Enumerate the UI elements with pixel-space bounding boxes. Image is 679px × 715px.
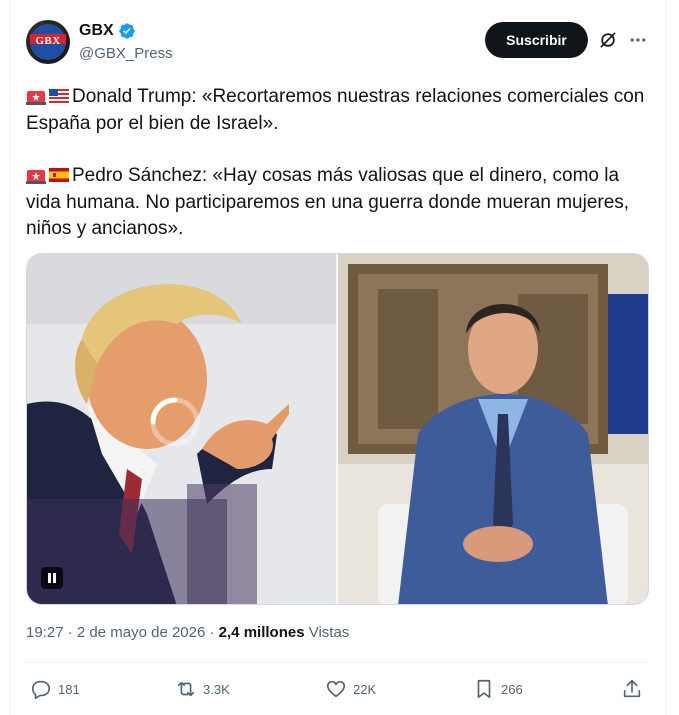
account-name[interactable]: GBX <box>79 22 114 40</box>
like-button[interactable]: 22K <box>325 678 376 700</box>
us-flag-emoji <box>49 89 69 103</box>
repost-count: 3.3K <box>203 681 230 697</box>
subscribe-button[interactable]: Suscribir <box>485 22 588 58</box>
bookmark-button[interactable]: 266 <box>473 678 523 700</box>
tweet-time[interactable]: 19:27 <box>26 624 64 641</box>
loading-spinner-icon <box>150 397 200 447</box>
views-count: 2,4 millones <box>218 624 305 641</box>
tweet-date[interactable]: 2 de mayo de 2026 <box>77 624 205 641</box>
repost-icon <box>177 681 195 697</box>
spain-flag-emoji <box>49 168 69 182</box>
more-icon[interactable] <box>628 30 648 50</box>
tweet-paragraph-2: Pedro Sánchez: «Hay cosas más valiosas q… <box>26 163 656 243</box>
tweet-paragraph-2-text: Pedro Sánchez: «Hay cosas más valiosas q… <box>26 165 630 239</box>
grok-icon[interactable] <box>598 30 618 50</box>
photo-pedro-sanchez[interactable] <box>338 254 648 604</box>
siren-emoji <box>26 170 46 184</box>
photo-donald-trump[interactable] <box>27 254 336 604</box>
reply-button[interactable]: 181 <box>30 678 80 700</box>
repost-button[interactable]: 3.3K <box>175 678 230 700</box>
tweet-meta: 19:27 · 2 de mayo de 2026 · 2,4 millones… <box>26 624 349 641</box>
divider <box>26 662 649 663</box>
heart-icon <box>326 680 346 698</box>
media-grid[interactable] <box>26 253 649 605</box>
views-label: Vistas <box>308 624 350 641</box>
bookmark-icon <box>477 679 491 699</box>
share-button[interactable] <box>621 678 649 700</box>
tweet-paragraph-1: Donald Trump: «Recortaremos nuestras rel… <box>26 84 656 137</box>
pause-icon <box>48 573 56 583</box>
meta-separator: · <box>67 624 73 641</box>
bookmark-count: 266 <box>501 681 523 697</box>
reply-icon <box>31 680 51 699</box>
pause-button[interactable] <box>41 567 63 589</box>
avatar-logo-text: GBX <box>35 35 61 47</box>
tweet-text: Donald Trump: «Recortaremos nuestras rel… <box>26 84 656 243</box>
avatar[interactable]: GBX <box>26 20 70 64</box>
sanchez-illustration <box>338 254 648 604</box>
like-count: 22K <box>353 681 377 697</box>
verified-badge-icon[interactable] <box>118 22 136 40</box>
siren-emoji <box>26 91 46 105</box>
reply-count: 181 <box>58 681 80 697</box>
account-handle[interactable]: @GBX_Press <box>79 45 173 62</box>
tweet-paragraph-1-text: Donald Trump: «Recortaremos nuestras rel… <box>26 86 645 134</box>
meta-separator-2: · <box>209 624 215 641</box>
share-icon <box>623 679 641 698</box>
